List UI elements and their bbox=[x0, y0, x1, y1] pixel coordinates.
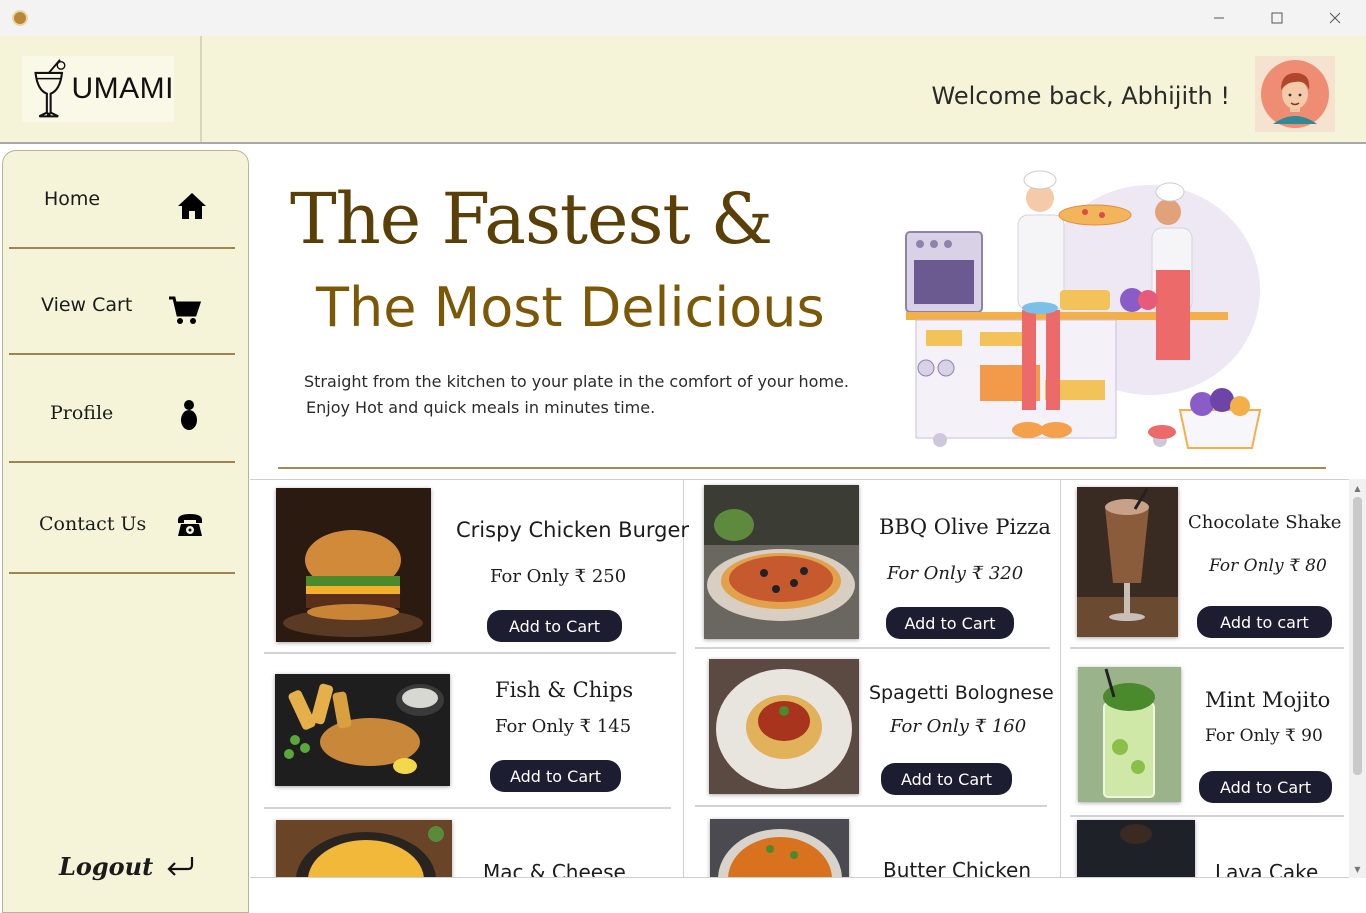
item-price: For Only ₹ 160 bbox=[890, 716, 1027, 737]
fish-and-chips-image bbox=[275, 674, 450, 786]
sidebar: Home View Cart Profile Contact Us Logout bbox=[2, 150, 249, 913]
add-to-cart-button[interactable]: Add to Cart bbox=[1199, 771, 1332, 803]
sidebar-item-label: View Cart bbox=[41, 294, 133, 316]
scroll-down-icon[interactable]: ▼ bbox=[1349, 862, 1366, 876]
row-divider bbox=[1070, 815, 1344, 817]
item-price: For Only ₹ 250 bbox=[490, 566, 627, 587]
add-to-cart-button[interactable]: Add to Cart bbox=[487, 610, 622, 642]
logo-text: UMAMI bbox=[71, 72, 174, 105]
logout-button[interactable]: Logout bbox=[59, 848, 209, 884]
pizza-image bbox=[704, 485, 859, 639]
mint-mojito-image bbox=[1078, 667, 1181, 802]
sidebar-item-contact-us[interactable]: Contact Us bbox=[9, 476, 235, 574]
add-to-cart-button[interactable]: Add to cart bbox=[1197, 606, 1332, 638]
lava-cake-image bbox=[1077, 820, 1195, 877]
cocktail-glass-icon bbox=[34, 59, 66, 118]
close-icon[interactable] bbox=[1306, 0, 1364, 36]
burger-image bbox=[276, 488, 431, 642]
hero-divider bbox=[278, 467, 1326, 469]
menu-scrollbar[interactable]: ▲ ▼ bbox=[1349, 479, 1366, 878]
logout-label: Logout bbox=[59, 851, 154, 881]
scroll-thumb[interactable] bbox=[1353, 497, 1362, 775]
column-divider bbox=[1060, 480, 1061, 877]
item-name: BBQ Olive Pizza bbox=[879, 515, 1051, 539]
butter-chicken-image bbox=[710, 819, 849, 877]
item-name: Chocolate Shake bbox=[1188, 512, 1342, 533]
item-name: Mac & Cheese bbox=[483, 860, 626, 878]
row-divider bbox=[695, 647, 1050, 649]
logo[interactable]: UMAMI bbox=[22, 56, 174, 122]
add-to-cart-button[interactable]: Add to Cart bbox=[886, 607, 1014, 639]
hero-title-line2: The Most Delicious bbox=[316, 276, 825, 339]
cart-icon bbox=[167, 293, 201, 327]
chefs-kitchen-illustration bbox=[905, 170, 1262, 449]
sidebar-item-label: Home bbox=[44, 188, 101, 210]
welcome-message: Welcome back, Abhijith ! bbox=[931, 82, 1230, 110]
add-to-cart-button[interactable]: Add to Cart bbox=[490, 760, 621, 792]
menu-grid: Crispy Chicken Burger For Only ₹ 250 Add… bbox=[250, 479, 1366, 878]
return-arrow-icon bbox=[165, 855, 195, 877]
app-window: UMAMI Welcome back, Abhijith ! Home View… bbox=[0, 0, 1366, 913]
app-icon bbox=[12, 10, 28, 26]
avatar[interactable] bbox=[1255, 56, 1335, 132]
title-bar bbox=[0, 0, 1366, 36]
phone-icon bbox=[173, 508, 207, 542]
item-name: Fish & Chips bbox=[495, 678, 634, 702]
item-name: Crispy Chicken Burger bbox=[456, 518, 690, 542]
hero-tagline-line1: Straight from the kitchen to your plate … bbox=[304, 372, 849, 391]
hero-tagline-line2: Enjoy Hot and quick meals in minutes tim… bbox=[306, 398, 656, 417]
person-icon bbox=[172, 397, 206, 431]
row-divider bbox=[695, 805, 1047, 807]
user-avatar-icon bbox=[1261, 60, 1329, 128]
item-price: For Only ₹ 145 bbox=[495, 716, 632, 737]
chocolate-shake-image bbox=[1077, 487, 1178, 637]
sidebar-item-label: Profile bbox=[50, 402, 114, 424]
row-divider bbox=[264, 652, 676, 654]
row-divider bbox=[264, 807, 671, 809]
minimize-icon[interactable] bbox=[1190, 0, 1248, 36]
hero-title-line1: The Fastest & bbox=[290, 178, 773, 260]
item-name: Spagetti Bolognese bbox=[869, 682, 1054, 704]
home-icon bbox=[175, 189, 209, 223]
item-price: For Only ₹ 90 bbox=[1205, 726, 1323, 746]
maximize-icon[interactable] bbox=[1248, 0, 1306, 36]
scroll-up-icon[interactable]: ▲ bbox=[1349, 481, 1366, 495]
header-divider bbox=[200, 36, 202, 142]
spaghetti-image bbox=[709, 659, 859, 794]
add-to-cart-button[interactable]: Add to Cart bbox=[881, 763, 1012, 795]
item-name: Lava Cake bbox=[1215, 860, 1319, 878]
sidebar-item-home[interactable]: Home bbox=[9, 151, 235, 249]
sidebar-item-view-cart[interactable]: View Cart bbox=[9, 257, 235, 355]
mac-and-cheese-image bbox=[276, 820, 452, 877]
item-name: Mint Mojito bbox=[1205, 688, 1331, 712]
row-divider bbox=[1070, 647, 1344, 649]
sidebar-item-label: Contact Us bbox=[39, 513, 147, 535]
app-header: UMAMI Welcome back, Abhijith ! bbox=[0, 36, 1366, 144]
item-name: Butter Chicken bbox=[883, 858, 1032, 878]
sidebar-item-profile[interactable]: Profile bbox=[9, 365, 235, 463]
item-price: For Only ₹ 80 bbox=[1209, 556, 1327, 576]
item-price: For Only ₹ 320 bbox=[887, 563, 1024, 584]
